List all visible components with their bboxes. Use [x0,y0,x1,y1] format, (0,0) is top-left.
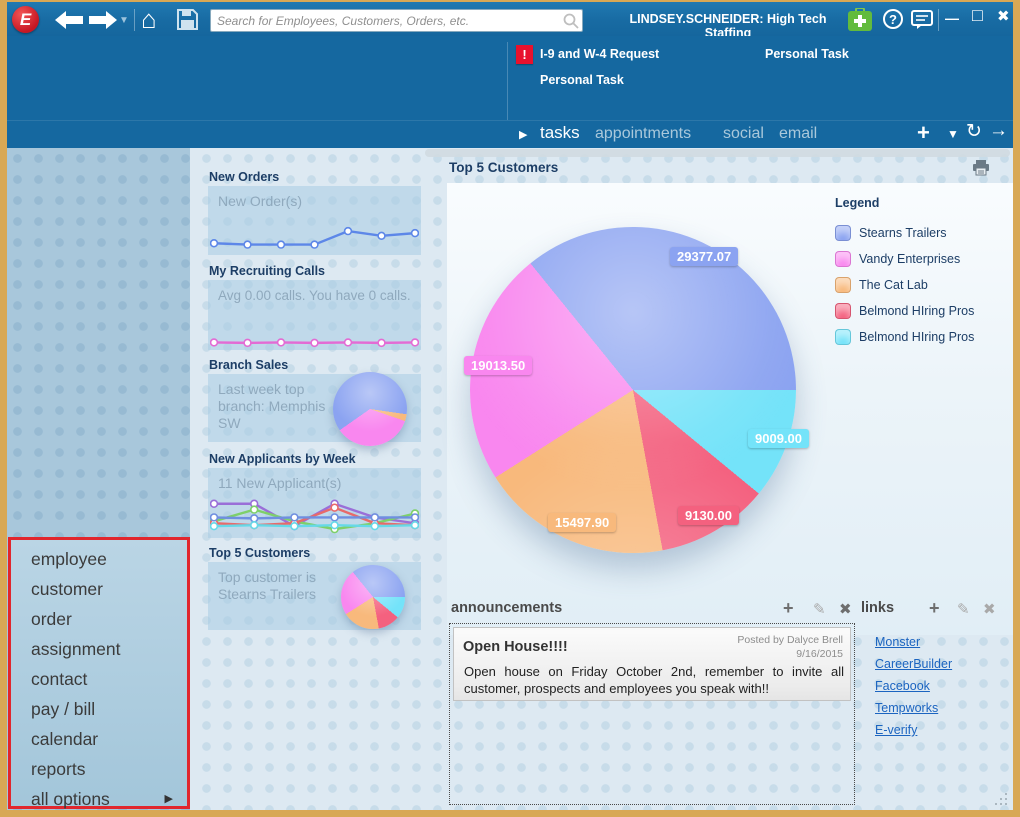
task-item[interactable]: Personal Task [765,47,849,61]
menu-item-reports[interactable]: reports [11,754,187,784]
titlebar: E ▼ ⌂ LINDSEY.SCHNEIDER: High Tech Staff… [7,2,1013,40]
legend-swatch [835,251,851,267]
pie-value-label: 19013.50 [464,356,533,375]
menu-item-all-options[interactable]: all options ▶ [11,784,187,814]
announcements-header: announcements [451,600,563,616]
header-tab-bar: ▶ tasks appointments social email + ▼ ↻ … [7,120,1013,148]
widget-title-top5-customers: Top 5 Customers [209,546,311,560]
widget-title-recruiting-calls: My Recruiting Calls [209,264,325,278]
urgent-task-icon: ! [516,45,533,64]
menu-item-contact[interactable]: contact [11,664,187,694]
back-button[interactable] [55,11,83,29]
collapse-panel-icon[interactable]: ▶ [519,128,527,141]
legend-item: The Cat Lab [835,272,1013,298]
delete-announcement-icon[interactable]: ✖ [839,600,852,618]
tab-email[interactable]: email [779,125,817,143]
legend-swatch [835,277,851,293]
edit-link-icon[interactable]: ✎ [957,600,970,618]
menu-item-calendar[interactable]: calendar [11,724,187,754]
window-controls-divider [938,9,939,31]
menu-item-order[interactable]: order [11,604,187,634]
links-header: links [861,600,895,616]
chart-legend: Legend Stearns Trailers Vandy Enterprise… [835,196,1013,350]
task-item[interactable]: Personal Task [540,73,624,87]
legend-item: Belmond HIring Pros [835,298,1013,324]
application-window: E ▼ ⌂ LINDSEY.SCHNEIDER: High Tech Staff… [0,0,1020,817]
close-button[interactable]: ✖ [997,7,1010,25]
recruiting-calls-sparkline [210,338,419,348]
link-monster[interactable]: Monster [875,635,920,649]
branch-sales-pie [333,372,407,446]
new-record-icon[interactable] [848,7,872,36]
refresh-icon[interactable]: ↻ [966,120,982,143]
pie-value-label: 9130.00 [678,506,739,525]
pie-value-label: 15497.90 [548,513,617,532]
widget-new-applicants[interactable]: 11 New Applicant(s) [208,468,421,538]
filter-icon[interactable]: ▼ [947,127,959,141]
legend-swatch [835,303,851,319]
pie-value-label: 9009.00 [748,429,809,448]
tasks-divider [507,42,508,120]
forward-button[interactable] [89,11,117,29]
link-facebook[interactable]: Facebook [875,679,930,693]
toolbar-divider [134,9,135,31]
print-icon[interactable] [972,160,990,181]
global-search [210,9,583,32]
open-panel-icon[interactable]: → [989,120,1008,142]
new-orders-sparkline [210,226,419,249]
task-item[interactable]: I-9 and W-4 Request [540,47,659,61]
tab-tasks[interactable]: tasks [540,123,580,143]
widget-title-branch-sales: Branch Sales [209,358,289,372]
legend-swatch [835,329,851,345]
chat-icon[interactable] [911,10,933,35]
widget-title-new-orders: New Orders [209,170,280,184]
history-dropdown-icon[interactable]: ▼ [119,15,129,26]
save-icon[interactable] [177,9,198,35]
link-everify[interactable]: E-verify [875,723,917,737]
chart-title: Top 5 Customers [449,160,559,175]
legend-item: Vandy Enterprises [835,246,1013,272]
resize-grip[interactable] [995,793,1007,805]
widget-title-new-applicants: New Applicants by Week [209,452,356,466]
submenu-arrow-icon: ▶ [164,793,173,805]
delete-link-icon[interactable]: ✖ [983,600,996,618]
add-task-icon[interactable]: + [917,120,930,146]
new-applicants-sparkline [210,499,419,534]
announcement-post[interactable]: Open House!!!! Posted by Dalyce Brell 9/… [453,627,851,701]
minimize-button[interactable]: — [945,10,959,26]
dashboard-content: employee customer order assignment conta… [7,148,1013,810]
legend-swatch [835,225,851,241]
widget-recruiting-calls[interactable]: Avg 0.00 calls. You have 0 calls. [208,280,421,350]
add-announcement-icon[interactable]: + [783,598,794,619]
main-menu: employee customer order assignment conta… [8,537,190,809]
dashboard-header: ! I-9 and W-4 Request Personal Task Pers… [7,36,1013,148]
tab-appointments[interactable]: appointments [595,125,691,143]
top5-pie-chart[interactable] [470,227,796,553]
maximize-button[interactable]: □ [972,5,983,26]
horizontal-scrollbar[interactable] [425,149,1010,157]
home-icon[interactable]: ⌂ [141,3,157,35]
link-careerbuilder[interactable]: CareerBuilder [875,657,952,671]
search-icon[interactable] [562,12,580,30]
search-input[interactable] [211,13,562,28]
edit-announcement-icon[interactable]: ✎ [813,600,826,618]
tab-social[interactable]: social [723,125,764,143]
announcement-meta: Posted by Dalyce Brell 9/16/2015 [737,634,843,660]
app-logo[interactable]: E [12,6,39,33]
top5-customers-mini-pie [341,565,405,629]
widget-new-orders[interactable]: New Order(s) [208,186,421,255]
pie-value-label: 29377.07 [670,247,739,266]
announcements-panel: Open House!!!! Posted by Dalyce Brell 9/… [449,623,855,805]
add-link-icon[interactable]: + [929,598,940,619]
menu-item-pay-bill[interactable]: pay / bill [11,694,187,724]
legend-item: Belmond HIring Pros [835,324,1013,350]
menu-item-employee[interactable]: employee [11,544,187,574]
link-tempworks[interactable]: Tempworks [875,701,938,715]
menu-item-customer[interactable]: customer [11,574,187,604]
legend-item: Stearns Trailers [835,220,1013,246]
menu-item-assignment[interactable]: assignment [11,634,187,664]
help-icon[interactable]: ? [883,9,903,29]
